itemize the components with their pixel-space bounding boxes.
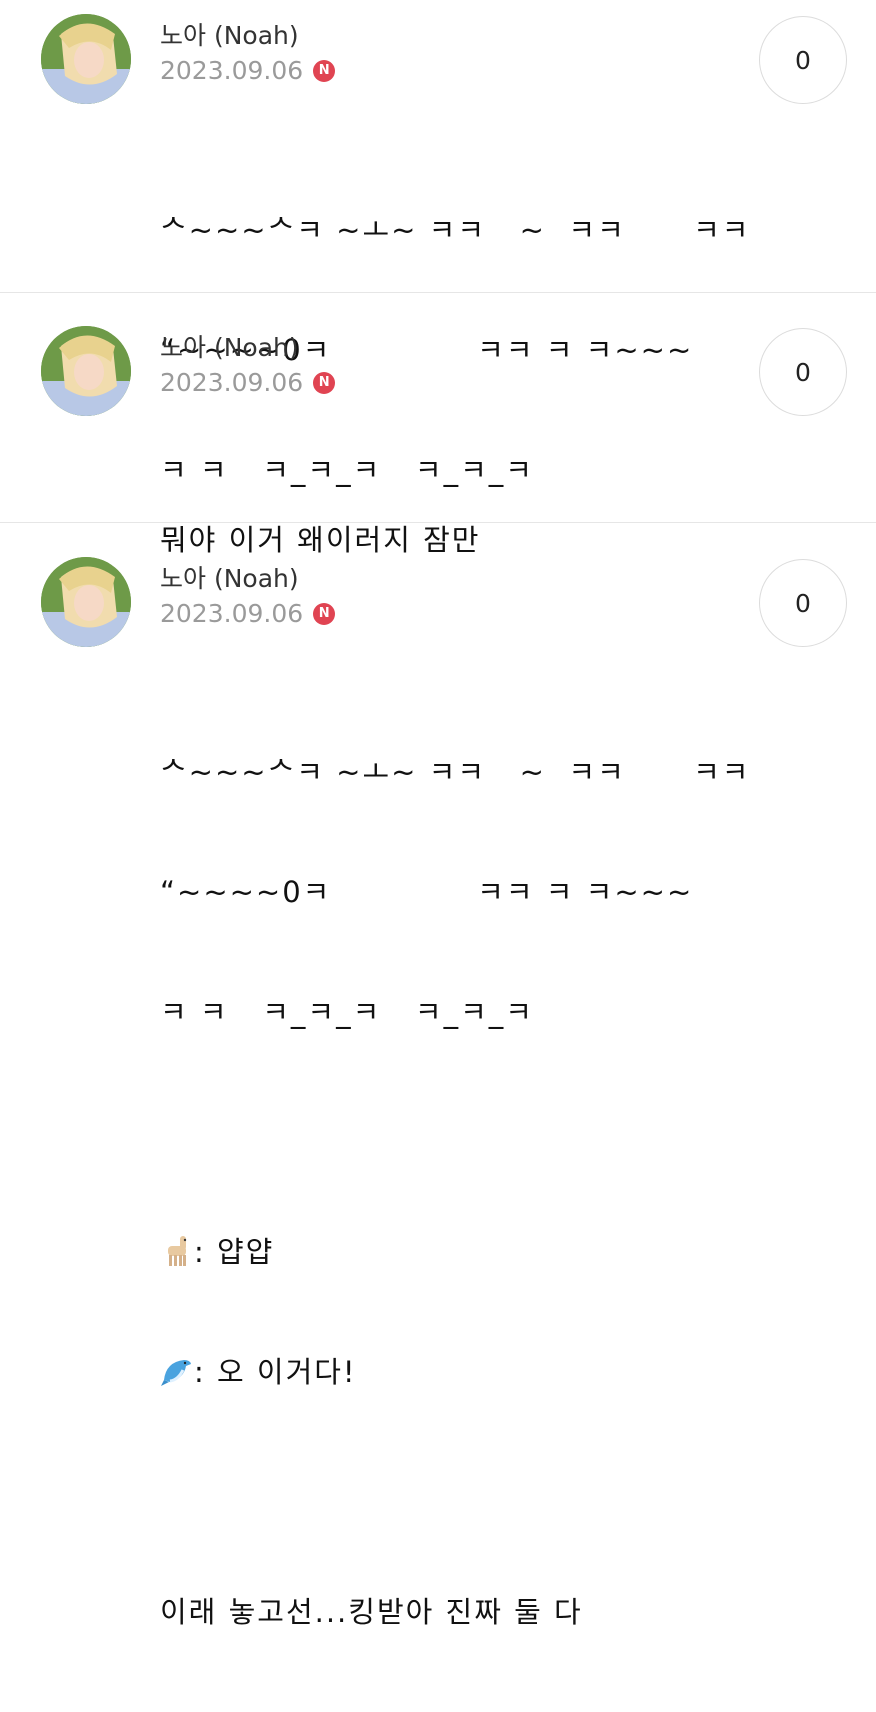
author-name[interactable]: 노아 (Noah) [160,559,299,595]
new-badge: N [313,371,336,394]
new-badge: N [313,59,336,82]
date-text: 2023.09.06 [160,56,304,85]
avatar[interactable] [41,14,131,104]
like-button[interactable]: 0 [759,559,847,647]
comment-date: 2023.09.06 N [160,56,336,85]
new-badge: N [313,602,336,625]
emoji-line: : 오 이거다! [160,1352,750,1392]
comment-line: 이래 놓고선...킹받아 진짜 둘 다 [160,1595,583,1629]
emoji-line-text: : 얍얍 [194,1235,275,1269]
date-text: 2023.09.06 [160,599,304,628]
comment-divider [0,522,876,523]
like-button[interactable]: 0 [759,16,847,104]
llama-emoji [160,1234,194,1268]
comment-line: ᄉ~~~ᄉㅋ ~ㅗ~ ㅋㅋ ~ ㅋㅋ ㅋㅋ [160,213,751,247]
comment-date: 2023.09.06 N [160,368,336,397]
author-name[interactable]: 노아 (Noah) [160,16,299,52]
comment-date: 2023.09.06 N [160,599,336,628]
comment-line: 뭐야 이거 왜이러지 잠만 [160,523,481,557]
avatar[interactable] [41,557,131,647]
comment-line: ᄉ~~~ᄉㅋ ~ㅗ~ ㅋㅋ ~ ㅋㅋ ㅋㅋ [160,755,751,789]
dolphin-emoji [160,1354,194,1388]
author-name[interactable]: 노아 (Noah) [160,328,299,364]
comment-divider [0,292,876,293]
comment-line: ㅋ ㅋ ㅋ_ㅋ_ㅋ ㅋ_ㅋ_ㅋ [160,995,534,1029]
avatar[interactable] [41,326,131,416]
comment-body: ᄉ~~~ᄉㅋ ~ㅗ~ ㅋㅋ ~ ㅋㅋ ㅋㅋ “~~~~0ㅋ ㅋㅋ ㅋ ㅋ~~~ … [160,672,750,1712]
like-button[interactable]: 0 [759,328,847,416]
emoji-line: : 얍얍 [160,1232,750,1272]
date-text: 2023.09.06 [160,368,304,397]
emoji-line-text: : 오 이거다! [194,1355,357,1389]
comment-line: “~~~~0ㅋ ㅋㅋ ㅋ ㅋ~~~ [160,875,694,909]
